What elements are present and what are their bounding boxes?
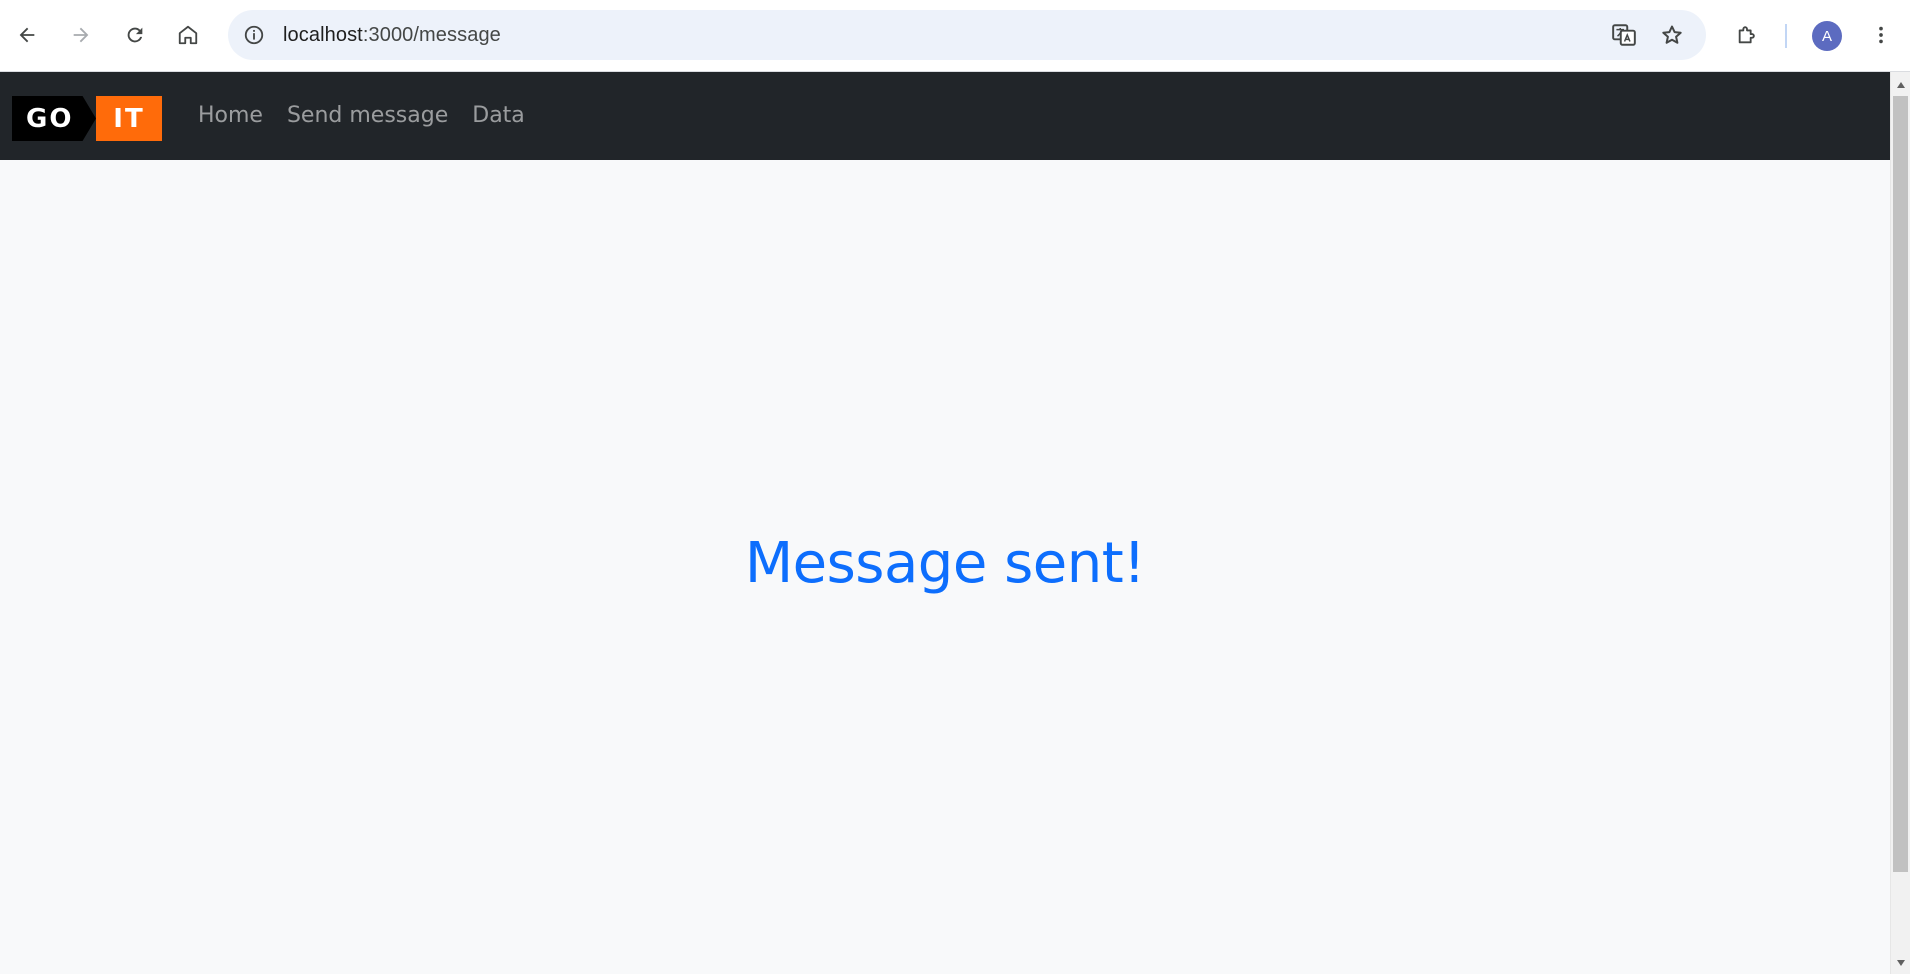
back-button[interactable] xyxy=(7,15,47,55)
site-navbar: GO IT Home Send message Data xyxy=(0,72,1890,160)
confirmation-message: Message sent! xyxy=(744,530,1146,596)
arrow-right-icon xyxy=(73,27,89,43)
nav-links: Home Send message Data xyxy=(198,102,525,130)
url-path: :3000/message xyxy=(362,24,501,46)
nav-link-data[interactable]: Data xyxy=(472,102,525,130)
logo-it-text: IT xyxy=(96,96,162,141)
kebab-menu-icon xyxy=(1879,26,1883,44)
star-icon[interactable] xyxy=(1658,21,1686,49)
arrow-left-icon xyxy=(19,27,35,43)
scroll-up-arrow-icon[interactable] xyxy=(1891,76,1910,94)
browser-toolbar: localhost:3000/message A xyxy=(0,0,1910,72)
scroll-thumb[interactable] xyxy=(1893,96,1908,872)
main-content: Message sent! xyxy=(0,160,1890,974)
url-text[interactable]: localhost:3000/message xyxy=(283,23,501,47)
logo-go-text: GO xyxy=(12,96,96,141)
nav-link-send-message[interactable]: Send message xyxy=(287,102,448,130)
puzzle-icon xyxy=(1738,26,1755,44)
goit-logo[interactable]: GO IT xyxy=(12,96,162,141)
info-icon[interactable] xyxy=(242,23,266,47)
reload-icon xyxy=(127,27,143,43)
home-icon xyxy=(178,25,198,45)
home-button[interactable] xyxy=(168,15,208,55)
nav-link-home[interactable]: Home xyxy=(198,102,263,130)
reload-button[interactable] xyxy=(115,15,155,55)
browser-menu-button[interactable] xyxy=(1861,15,1901,55)
profile-avatar[interactable]: A xyxy=(1812,21,1842,51)
translate-icon[interactable] xyxy=(1610,21,1638,49)
scroll-down-arrow-icon[interactable] xyxy=(1891,954,1910,972)
page-scrollbar[interactable] xyxy=(1890,72,1910,974)
toolbar-divider xyxy=(1785,24,1787,48)
address-bar[interactable]: localhost:3000/message xyxy=(228,10,1706,60)
url-host: localhost xyxy=(283,24,363,46)
forward-button[interactable] xyxy=(61,15,101,55)
extensions-button[interactable] xyxy=(1727,15,1767,55)
